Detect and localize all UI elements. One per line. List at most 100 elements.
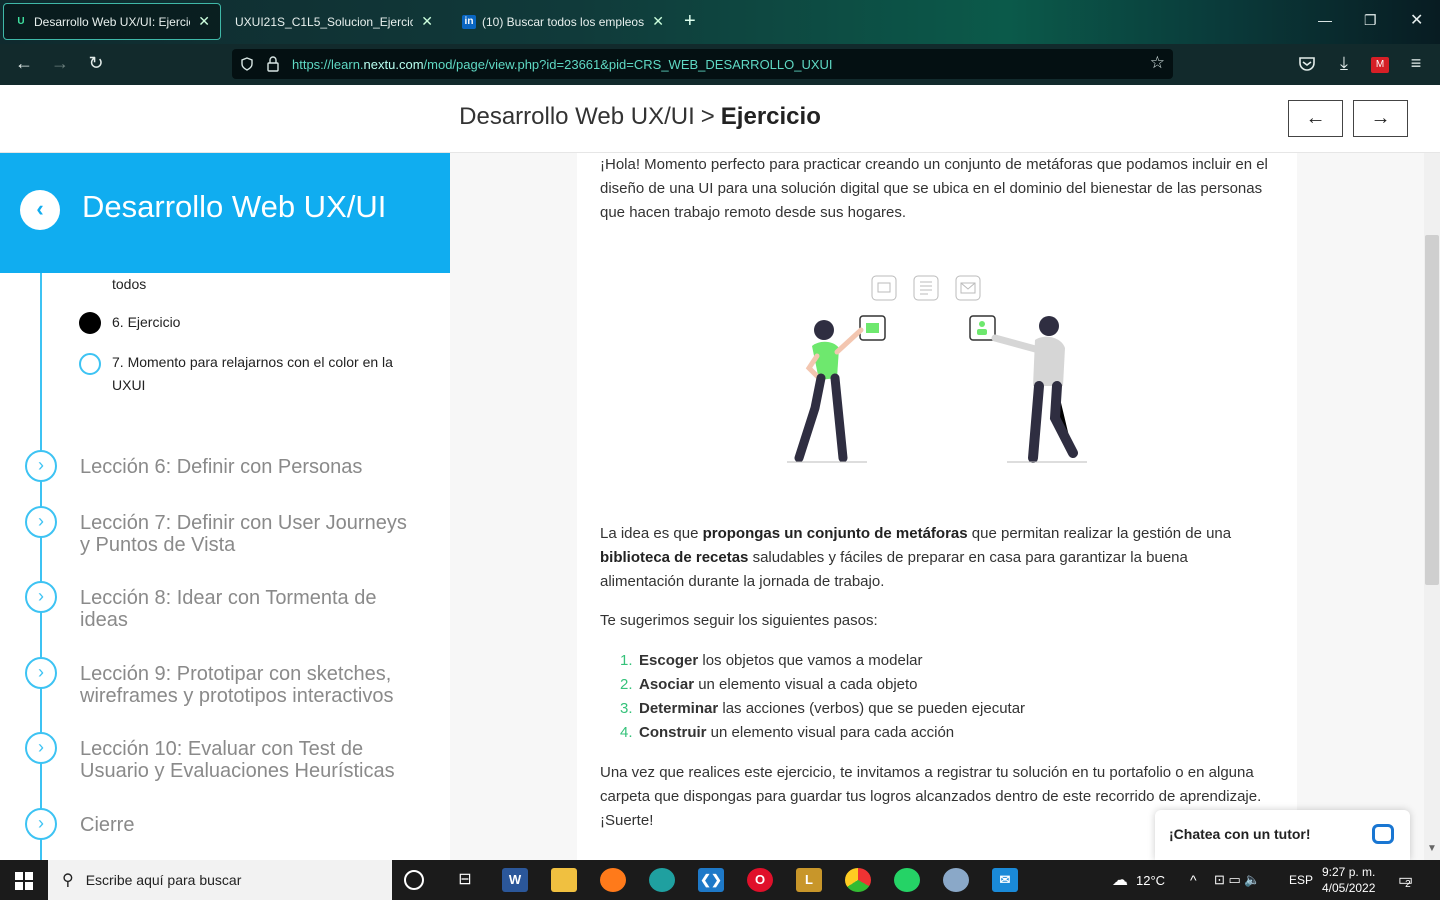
pocket-icon[interactable] <box>1298 56 1316 72</box>
tray-icons[interactable]: ⊡ ▭ 🔈 <box>1214 860 1261 900</box>
minimize-icon[interactable]: — <box>1318 12 1332 28</box>
league-of-legends-icon[interactable]: L <box>796 868 822 892</box>
edge-icon[interactable] <box>649 868 675 892</box>
chevron-right-icon[interactable]: › <box>25 732 57 764</box>
breadcrumb-current: Ejercicio <box>720 103 821 130</box>
breadcrumb: Desarrollo Web UX/UI > Ejercicio <box>0 103 1280 131</box>
course-sidebar: ‹ Desarrollo Web UX/UI todos 6. Ejercici… <box>0 153 450 860</box>
close-icon[interactable]: ✕ <box>198 13 210 30</box>
opera-icon[interactable]: O <box>747 868 773 892</box>
current-dot-icon <box>79 312 101 334</box>
windows-start-icon[interactable] <box>15 872 33 890</box>
tab-title: UXUI21S_C1L5_Solucion_Ejercicio1_ <box>235 14 414 29</box>
back-chevron-icon[interactable]: ‹ <box>20 190 60 230</box>
pending-dot-icon <box>79 353 101 375</box>
sidebar-subitem[interactable]: 7. Momento para relajarnos con el color … <box>112 351 412 397</box>
menu-hamburger-icon[interactable]: ≡ <box>1404 53 1428 74</box>
lesson-item[interactable]: Cierre <box>80 814 420 836</box>
file-explorer-icon[interactable] <box>551 868 577 892</box>
forward-arrow-icon[interactable]: → <box>48 53 72 74</box>
download-icon[interactable]: ⤓ <box>1332 53 1356 74</box>
steps-intro: Te sugerimos seguir los siguientes pasos… <box>600 612 878 629</box>
step-item: 3. Determinar las acciones (verbos) que s… <box>620 700 1026 717</box>
chevron-right-icon[interactable]: › <box>25 581 57 613</box>
reload-icon[interactable]: ↻ <box>84 53 108 74</box>
steps-list: 1. Escoger los objetos que vamos a modela… <box>600 649 1270 745</box>
sidebar-subitem[interactable]: todos <box>112 273 146 296</box>
cortana-icon[interactable] <box>404 870 424 890</box>
chevron-right-icon[interactable]: › <box>25 808 57 840</box>
tray-chevron-icon[interactable]: ^ <box>1190 860 1197 900</box>
extension-icon[interactable]: M <box>1371 57 1389 73</box>
firefox-icon[interactable] <box>600 868 626 892</box>
breadcrumb-course[interactable]: Desarrollo Web UX/UI <box>459 103 695 130</box>
chevron-right-icon[interactable]: › <box>25 450 57 482</box>
lesson-item[interactable]: Lección 9: Prototipar con sketches, wire… <box>80 663 420 707</box>
language-indicator[interactable]: ESP <box>1289 860 1313 900</box>
lock-icon <box>267 56 279 72</box>
sidebar-subitem-current[interactable]: 6. Ejercicio <box>112 311 180 334</box>
scroll-down-icon[interactable]: ▼ <box>1427 843 1437 854</box>
date-text: 4/05/2022 <box>1322 881 1376 895</box>
lesson-item[interactable]: Lección 7: Definir con User Journeys y P… <box>80 512 420 556</box>
page-scrollbar[interactable]: ▼ <box>1424 153 1440 860</box>
word-icon[interactable]: W <box>502 868 528 892</box>
tab-active[interactable]: U Desarrollo Web UX/UI: Ejercicio ✕ <box>3 3 221 40</box>
window-close-icon[interactable]: ✕ <box>1410 10 1423 30</box>
tab-title: Desarrollo Web UX/UI: Ejercicio <box>34 14 191 29</box>
tab-title: (10) Buscar todos los empleos | <box>482 14 645 29</box>
clock[interactable]: 9:27 p. m. 4/05/2022 <box>1322 860 1375 900</box>
address-bar[interactable]: https://learn.nextu.com/mod/page/view.ph… <box>232 49 1173 79</box>
search-placeholder: Escribe aquí para buscar <box>85 872 242 888</box>
close-icon[interactable]: ✕ <box>652 13 664 30</box>
notification-count: 2 <box>1405 878 1411 890</box>
chevron-right-icon[interactable]: › <box>25 506 57 538</box>
step-item: 4. Construir un elemento visual para cada… <box>620 724 955 741</box>
bookmark-star-icon[interactable]: ☆ <box>1150 53 1165 73</box>
taskbar-search[interactable]: ⚲ Escribe aquí para buscar <box>48 860 392 900</box>
whatsapp-icon[interactable] <box>894 868 920 892</box>
time-text: 9:27 p. m. <box>1322 865 1376 879</box>
app-icon[interactable] <box>943 868 969 892</box>
sidebar-title: Desarrollo Web UX/UI <box>82 189 387 224</box>
temperature-text: 12°C <box>1136 872 1166 888</box>
lesson-item[interactable]: Lección 6: Definir con Personas <box>80 456 420 478</box>
close-icon[interactable]: ✕ <box>421 13 433 30</box>
new-tab-plus-icon[interactable]: + <box>684 10 696 33</box>
tab-linkedin[interactable]: in (10) Buscar todos los empleos | ✕ <box>452 3 674 40</box>
sidebar-header: ‹ Desarrollo Web UX/UI <box>0 153 450 273</box>
next-page-button[interactable]: → <box>1353 100 1408 137</box>
chevron-right-icon[interactable]: › <box>25 657 57 689</box>
weather-widget[interactable]: ☁ 12°C <box>1112 860 1165 900</box>
chat-widget[interactable]: ¡Chatea con un tutor! <box>1155 810 1410 860</box>
lesson-item[interactable]: Lección 8: Idear con Tormenta de ideas <box>80 587 420 631</box>
page-header: Desarrollo Web UX/UI > Ejercicio ← → <box>0 85 1440 153</box>
chat-bubble-icon <box>1372 824 1394 844</box>
timeline-line <box>40 273 42 860</box>
chrome-icon[interactable] <box>845 868 871 892</box>
main-content: ¡Hola! Momento perfecto para practicar c… <box>450 153 1424 860</box>
shield-icon <box>241 57 253 71</box>
idea-paragraph: La idea es que propongas un conjunto de … <box>600 525 1232 590</box>
breadcrumb-separator: > <box>700 103 715 130</box>
metaphor-illustration <box>787 275 1087 463</box>
mail-icon[interactable]: ✉ <box>992 868 1018 892</box>
cloud-icon: ☁ <box>1112 872 1128 889</box>
windows-taskbar: ⚲ Escribe aquí para buscar ⊟ W ❮❯ O L ✉ … <box>0 860 1440 900</box>
search-icon: ⚲ <box>62 872 74 889</box>
chat-label: ¡Chatea con un tutor! <box>1169 826 1311 842</box>
vscode-icon[interactable]: ❮❯ <box>698 868 724 892</box>
content-card: ¡Hola! Momento perfecto para practicar c… <box>577 153 1297 860</box>
nextu-favicon-icon: U <box>17 16 25 27</box>
tab-solution[interactable]: UXUI21S_C1L5_Solucion_Ejercicio1_ ✕ <box>225 3 443 40</box>
scrollbar-thumb[interactable] <box>1425 235 1439 585</box>
step-item: 2. Asociar un elemento visual a cada obje… <box>620 676 918 693</box>
task-view-icon[interactable]: ⊟ <box>452 868 478 892</box>
intro-paragraph: ¡Hola! Momento perfecto para practicar c… <box>600 156 1268 221</box>
browser-nav-bar: ← → ↻ https://learn.nextu.com/mod/page/v… <box>0 44 1440 85</box>
back-arrow-icon[interactable]: ← <box>12 53 36 74</box>
lesson-item[interactable]: Lección 10: Evaluar con Test de Usuario … <box>80 738 420 782</box>
restore-icon[interactable]: ❐ <box>1364 12 1377 29</box>
notification-icon[interactable]: ▭ 2 <box>1398 860 1413 900</box>
prev-page-button[interactable]: ← <box>1288 100 1343 137</box>
